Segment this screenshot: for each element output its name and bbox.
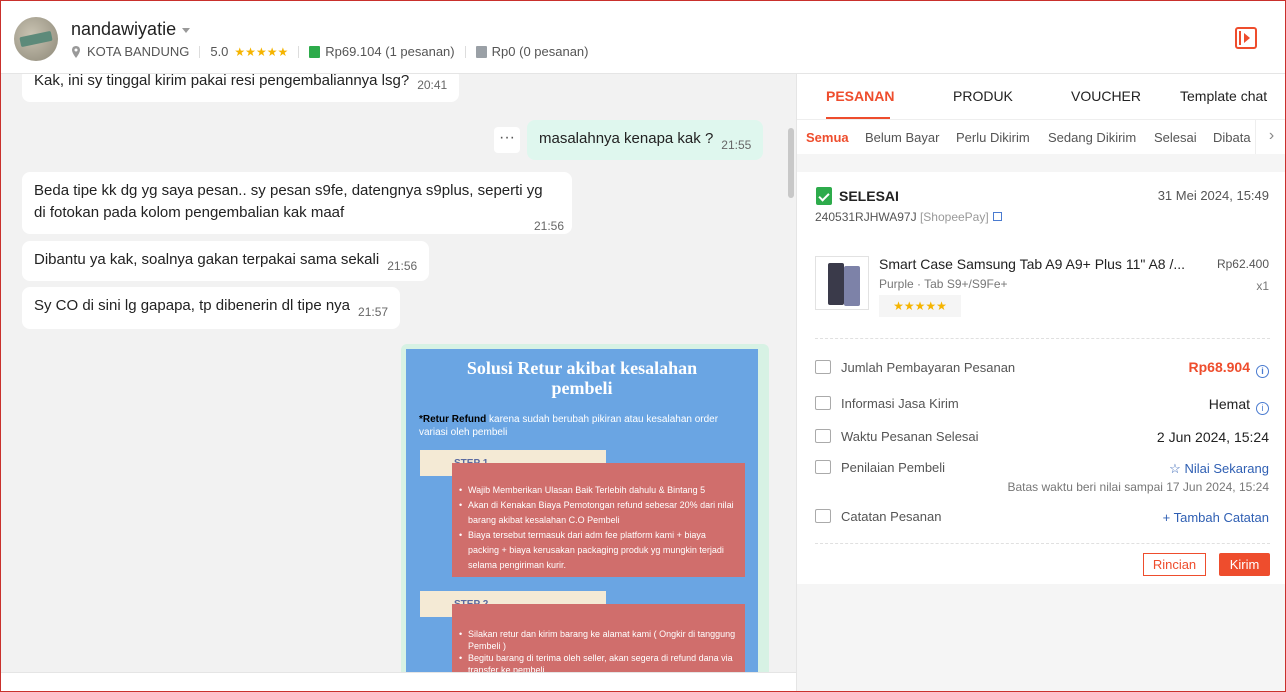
order-status: SELESAI xyxy=(816,187,899,205)
product-quantity: x1 xyxy=(1256,279,1269,293)
message-text: di fotokan pada kolom pengembalian kak m… xyxy=(34,204,345,221)
product-rating-stars: ★★★★★ xyxy=(879,295,961,317)
subtab-perlu-dikirim[interactable]: Perlu Dikirim xyxy=(956,130,1030,145)
message-time: 21:55 xyxy=(721,138,752,152)
message-input-bar[interactable] xyxy=(0,672,796,692)
calendar-icon xyxy=(815,429,831,443)
external-link-icon[interactable] xyxy=(992,212,1002,221)
order-date: 31 Mei 2024, 15:49 xyxy=(1157,188,1269,203)
message-text: Sy CO di sini lg gapapa, tp dibenerin dl… xyxy=(34,297,351,314)
chat-header: nandawiyatie KOTA BANDUNG 5.0 ★★★★★ Rp69… xyxy=(0,0,1286,74)
info-icon[interactable]: i xyxy=(1256,402,1269,415)
tab-pesanan[interactable]: PESANAN xyxy=(826,88,894,104)
completed-time-value: 2 Jun 2024, 15:24 xyxy=(1156,429,1269,445)
payment-total-label: Jumlah Pembayaran Pesanan xyxy=(841,360,1016,375)
tab-voucher[interactable]: VOUCHER xyxy=(1071,88,1141,104)
unpaid-amount: Rp0 xyxy=(491,44,516,59)
order-panel: PESANAN PRODUK VOUCHER Template chat Sem… xyxy=(796,74,1286,692)
tab-template-chat[interactable]: Template chat xyxy=(1180,88,1267,104)
image-message[interactable]: Solusi Retur akibat kesalahan pembeli *R… xyxy=(401,344,769,692)
divider xyxy=(815,338,1270,339)
rate-now-link[interactable]: ☆ Nilai Sekarang xyxy=(1169,460,1269,477)
detail-button[interactable]: Rincian xyxy=(1143,553,1206,576)
poster-title: Solusi Retur akibat kesalahan pembeli xyxy=(466,358,698,398)
message-bubble: Beda tipe kk dg yg saya pesan.. sy pesan… xyxy=(22,172,572,234)
wallet-icon xyxy=(815,360,831,374)
message-bubble: Dibantu ya kak, soalnya gakan terpakai s… xyxy=(22,241,430,281)
rating-stars: ★★★★★ xyxy=(234,44,289,59)
chat-area: Kak, ini sy tinggal kirim pakai resi pen… xyxy=(0,74,796,692)
product-name[interactable]: Smart Case Samsung Tab A9 A9+ Plus 11" A… xyxy=(879,256,1195,272)
chevron-down-icon xyxy=(182,28,191,33)
location: KOTA BANDUNG xyxy=(87,44,190,59)
order-filter-tabs: Semua Belum Bayar Perlu Dikirim Sedang D… xyxy=(797,120,1286,154)
star-badge-icon xyxy=(815,460,831,474)
plus-icon: + xyxy=(1162,510,1174,525)
message-text: Beda tipe kk dg yg saya pesan.. sy pesan… xyxy=(34,182,543,199)
add-note-link[interactable]: + Tambah Catatan xyxy=(1163,509,1269,525)
rating-value: 5.0 xyxy=(210,44,229,59)
subtab-semua[interactable]: Semua xyxy=(806,130,849,145)
info-icon[interactable]: i xyxy=(1256,365,1269,378)
subtab-sedang-dikirim[interactable]: Sedang Dikirim xyxy=(1048,130,1136,145)
subtab-dibatalkan[interactable]: Dibata xyxy=(1213,130,1251,145)
location-pin-icon xyxy=(72,45,80,58)
message-text: masalahnya kenapa kak ? xyxy=(539,130,714,147)
product-thumbnail[interactable] xyxy=(815,256,869,310)
poster-step1-box: Wajib Memberikan Ulasan Baik Terlebih da… xyxy=(452,463,745,577)
send-button[interactable]: Kirim xyxy=(1219,553,1270,576)
avatar[interactable] xyxy=(14,17,58,61)
unpaid-orders: (0 pesanan) xyxy=(519,44,589,59)
note-icon xyxy=(815,509,831,523)
collapse-panel-icon[interactable] xyxy=(1235,27,1257,49)
message-time: 21:56 xyxy=(387,259,418,273)
order-number: 240531RJHWA97J xyxy=(815,210,917,224)
more-options-button[interactable]: ··· xyxy=(494,127,520,153)
star-outline-icon: ☆ xyxy=(1169,461,1185,476)
message-text: Kak, ini sy tinggal kirim pakai resi pen… xyxy=(34,74,410,89)
unpaid-order-icon xyxy=(475,45,487,58)
message-time: 21:57 xyxy=(358,305,389,319)
message-time: 21:56 xyxy=(533,219,564,233)
product-price: Rp62.400 xyxy=(1216,257,1269,271)
payment-method: [ShopeePay] xyxy=(919,210,989,224)
message-text: Dibantu ya kak, soalnya gakan terpakai s… xyxy=(34,251,380,268)
username-dropdown[interactable]: nandawiyatie xyxy=(71,19,191,40)
paid-amount: Rp69.104 xyxy=(325,44,382,59)
subtab-selesai[interactable]: Selesai xyxy=(1154,130,1197,145)
message-bubble-own: masalahnya kenapa kak ? 21:55 xyxy=(527,120,764,160)
message-time: 20:41 xyxy=(417,78,448,92)
paid-orders: (1 pesanan) xyxy=(385,44,455,59)
truck-icon xyxy=(815,396,831,410)
product-variant: Purple · Tab S9+/S9Fe+ xyxy=(879,277,1008,291)
shipping-label: Informasi Jasa Kirim xyxy=(841,396,959,411)
subtab-belum-bayar[interactable]: Belum Bayar xyxy=(865,130,939,145)
order-note-label: Catatan Pesanan xyxy=(841,509,942,524)
tab-produk[interactable]: PRODUK xyxy=(953,88,1013,104)
paid-order-icon xyxy=(309,45,321,58)
message-bubble: Sy CO di sini lg gapapa, tp dibenerin dl… xyxy=(22,287,401,329)
completed-time-label: Waktu Pesanan Selesai xyxy=(841,429,979,444)
completed-check-icon xyxy=(816,187,832,205)
buyer-rating-label: Penilaian Pembeli xyxy=(841,460,946,475)
poster-intro: *Retur Refund karena sudah berubah pikir… xyxy=(419,414,719,438)
username: nandawiyatie xyxy=(71,19,177,39)
rating-deadline-hint: Batas waktu beri nilai sampai 17 Jun 202… xyxy=(1007,480,1270,494)
order-id: 240531RJHWA97J [ShopeePay] xyxy=(815,210,1002,224)
message-bubble: Kak, ini sy tinggal kirim pakai resi pen… xyxy=(22,74,460,102)
active-tab-indicator xyxy=(826,117,890,119)
shipping-value: Hemat i xyxy=(1209,396,1269,415)
chat-scrollbar[interactable] xyxy=(788,128,794,198)
buyer-info: KOTA BANDUNG 5.0 ★★★★★ Rp69.104 (1 pesan… xyxy=(71,44,589,59)
divider xyxy=(815,543,1270,544)
panel-tabs: PESANAN PRODUK VOUCHER Template chat xyxy=(797,74,1286,120)
payment-total-value: Rp68.904 i xyxy=(1189,359,1269,378)
order-card: SELESAI 31 Mei 2024, 15:49 240531RJHWA97… xyxy=(797,172,1286,584)
chevron-right-icon[interactable]: › xyxy=(1255,120,1286,154)
return-policy-poster[interactable]: Solusi Retur akibat kesalahan pembeli *R… xyxy=(406,349,758,692)
status-text: SELESAI xyxy=(839,188,899,204)
